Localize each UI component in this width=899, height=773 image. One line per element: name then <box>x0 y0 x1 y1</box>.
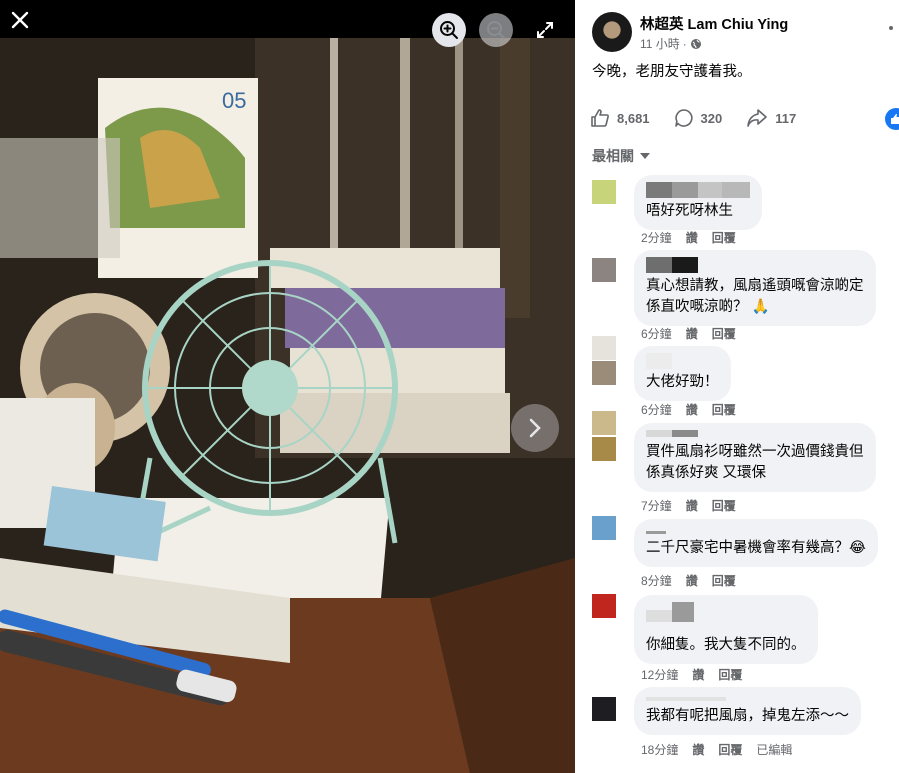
commenter-avatar[interactable] <box>592 258 616 282</box>
comment-time[interactable]: 8分鐘 <box>641 572 672 589</box>
comment-reply-button[interactable]: 回覆 <box>712 401 736 418</box>
comment-reply-button[interactable]: 回覆 <box>712 325 736 342</box>
like-count: 8,681 <box>617 110 650 126</box>
comment-bubble: 你細隻。我大隻不同的。 <box>634 595 818 664</box>
comment-time[interactable]: 2分鐘 <box>641 229 672 246</box>
comment-bubble-icon <box>674 109 693 127</box>
commenter-name-redacted[interactable] <box>646 182 750 198</box>
comment-bubble: 二千尺豪宅中暑機會率有幾高？😂 <box>634 519 878 567</box>
comment-text: 你細隻。我大隻不同的。 <box>646 637 806 653</box>
comment-text: 大佬好勁！ <box>646 374 719 390</box>
commenter-avatar[interactable] <box>592 437 616 461</box>
comment-actions: 8分鐘 讚 回覆 <box>641 572 736 589</box>
commenter-name-redacted[interactable] <box>646 430 864 439</box>
caret-down-icon <box>640 153 650 159</box>
commenter-name-redacted[interactable] <box>646 602 806 632</box>
comment-time[interactable]: 18分鐘 <box>641 741 678 758</box>
comment-time[interactable]: 12分鐘 <box>641 666 678 683</box>
photo-image: 05 <box>0 38 575 773</box>
author-avatar[interactable] <box>592 12 632 52</box>
post-time[interactable]: 11 小時 <box>640 35 680 52</box>
meta-separator: · <box>682 36 687 51</box>
close-button[interactable] <box>4 4 36 36</box>
author-name[interactable]: 林超英 Lam Chiu Ying <box>640 13 788 34</box>
comment-text: 唔好死呀林生 <box>646 203 733 219</box>
commenter-avatar-part[interactable] <box>592 411 616 435</box>
comment-time[interactable]: 6分鐘 <box>641 325 672 342</box>
like-action[interactable]: 8,681 <box>590 108 650 128</box>
comment-like-button[interactable]: 讚 <box>686 325 698 342</box>
fullscreen-button[interactable] <box>530 15 560 45</box>
comment-actions: 6分鐘 讚 回覆 <box>641 401 736 418</box>
svg-text:05: 05 <box>222 88 246 113</box>
comment-like-button[interactable]: 讚 <box>686 229 698 246</box>
thumbs-up-icon <box>591 109 609 127</box>
comment-text: 真心想請教，風扇遙頭嘅會涼啲定 係直吹嘅涼啲？ 🙏 <box>646 278 864 315</box>
commenter-avatar[interactable] <box>592 516 616 540</box>
commenter-avatar[interactable] <box>592 697 616 721</box>
comment-bubble: 唔好死呀林生 <box>634 175 762 230</box>
photo-viewer: 05 <box>0 0 575 773</box>
comment-like-button[interactable]: 讚 <box>692 666 704 683</box>
comment-actions: 7分鐘 讚 回覆 <box>641 497 736 514</box>
globe-icon <box>690 38 701 49</box>
close-icon <box>11 11 29 29</box>
zoom-in-icon <box>440 21 458 39</box>
post-photo: 05 <box>0 38 575 773</box>
commenter-avatar[interactable] <box>592 361 616 385</box>
comment-like-button[interactable]: 讚 <box>686 572 698 589</box>
next-photo-button[interactable] <box>511 404 559 452</box>
comment-text: 二千尺豪宅中暑機會率有幾高？😂 <box>646 540 866 556</box>
commenter-name-redacted[interactable] <box>646 353 719 369</box>
fullscreen-icon <box>537 22 553 38</box>
comment-time[interactable]: 7分鐘 <box>641 497 672 514</box>
zoom-in-button[interactable] <box>432 13 466 47</box>
comment-reply-button[interactable]: 回覆 <box>712 229 736 246</box>
commenter-avatar[interactable] <box>592 180 616 204</box>
commenter-name-redacted[interactable] <box>646 526 866 535</box>
zoom-out-button[interactable] <box>479 13 513 47</box>
post-panel: 林超英 Lam Chiu Ying 11 小時 · 今晚，老朋友守護着我。 8,… <box>575 0 899 773</box>
post-text: 今晚，老朋友守護着我。 <box>592 64 752 80</box>
thumbs-up-filled-icon <box>891 114 899 124</box>
comment-actions: 18分鐘 讚 回覆 已編輯 <box>641 741 792 758</box>
comment-bubble: 真心想請教，風扇遙頭嘅會涼啲定 係直吹嘅涼啲？ 🙏 <box>634 250 876 326</box>
commenter-avatar[interactable] <box>592 594 616 618</box>
comment-text: 買件風扇衫呀雖然一次過價錢貴但 係真係好爽 又環保 <box>646 444 864 481</box>
more-options-icon[interactable] <box>889 26 893 30</box>
comment-reply-button[interactable]: 回覆 <box>718 666 742 683</box>
comment-actions: 6分鐘 讚 回覆 <box>641 325 736 342</box>
like-badge[interactable] <box>885 108 899 130</box>
comment-reply-button[interactable]: 回覆 <box>712 572 736 589</box>
comment-text: 我都有呢把風扇，掉鬼左添～～ <box>646 708 849 724</box>
sort-label: 最相關 <box>592 148 634 164</box>
commenter-avatar-part[interactable] <box>592 336 616 360</box>
commenter-name-redacted[interactable] <box>646 257 864 273</box>
share-arrow-icon <box>747 109 768 127</box>
comment-time[interactable]: 6分鐘 <box>641 401 672 418</box>
comment-sort-dropdown[interactable]: 最相關 <box>592 146 650 166</box>
reaction-bar: 8,681 320 117 <box>590 108 820 128</box>
comment-bubble: 大佬好勁！ <box>634 346 731 401</box>
share-count: 117 <box>775 110 797 126</box>
share-action[interactable]: 117 <box>746 108 796 128</box>
comment-action[interactable]: 320 <box>674 108 723 128</box>
comment-bubble: 買件風扇衫呀雖然一次過價錢貴但 係真係好爽 又環保 <box>634 423 876 492</box>
comment-like-button[interactable]: 讚 <box>686 497 698 514</box>
edited-label: 已編輯 <box>756 743 793 757</box>
comment-bubble: 我都有呢把風扇，掉鬼左添～～ <box>634 687 861 735</box>
post-meta: 11 小時 · <box>640 35 702 52</box>
comment-actions: 12分鐘 讚 回覆 <box>641 666 742 683</box>
comment-actions: 2分鐘 讚 回覆 <box>641 229 736 246</box>
comment-count: 320 <box>700 110 723 126</box>
comment-like-button[interactable]: 讚 <box>686 401 698 418</box>
comment-reply-button[interactable]: 回覆 <box>712 497 736 514</box>
zoom-out-icon <box>487 21 505 39</box>
chevron-right-icon <box>529 418 541 438</box>
commenter-name-redacted[interactable] <box>646 694 849 703</box>
comment-reply-button[interactable]: 回覆 <box>718 741 742 758</box>
comment-like-button[interactable]: 讚 <box>692 741 704 758</box>
